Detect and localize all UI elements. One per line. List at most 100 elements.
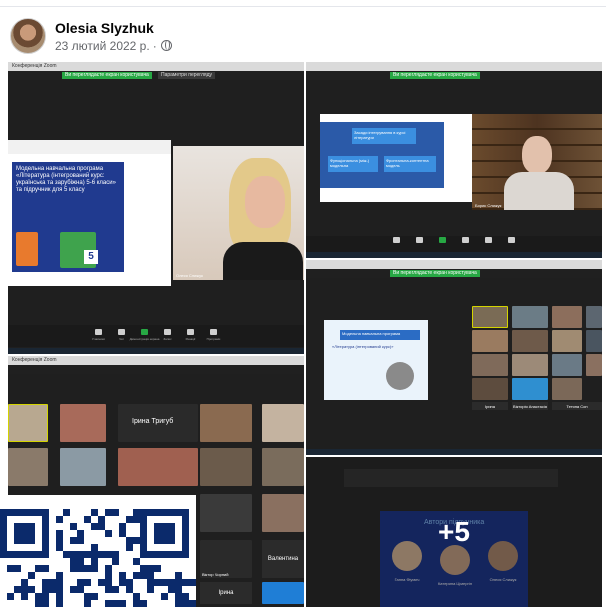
post-header: Olesia Slyzhuk 23 лютий 2022 р. ·	[10, 16, 172, 56]
browser-tab-bar	[306, 62, 602, 71]
presenter-body	[223, 242, 303, 280]
participant-name-tile[interactable]: Валентина	[262, 540, 304, 578]
participant-tile[interactable]: Віктор Чорний	[200, 540, 252, 578]
zoom-top-bar	[8, 365, 304, 374]
participant-name-tile[interactable]: Тетяна Сон	[552, 402, 602, 410]
browser-tab-bar: Конференція Zoom	[8, 62, 304, 71]
mute-button[interactable]	[390, 237, 404, 251]
reactions-label: Реакції	[185, 337, 196, 341]
slide-box-right: Фронтальна-контентна модель	[384, 156, 436, 172]
presenter-name: Олеся Слижук	[176, 273, 203, 278]
participant-tile[interactable]	[586, 354, 602, 376]
participant-tile[interactable]	[552, 330, 582, 352]
share-screen-button[interactable]: Демонстрація екрана	[130, 329, 159, 343]
slide-box-left: Функціональна (між-) модельна	[328, 156, 378, 172]
participant-tile[interactable]	[262, 404, 304, 442]
slide-title: Модельна навчальна програма	[340, 330, 420, 340]
participant-tile[interactable]	[200, 404, 252, 442]
viewing-screen-pill: Ви переглядаєте екран користувача	[62, 72, 152, 79]
more-photos-count: +5	[438, 516, 470, 547]
globe-icon[interactable]	[160, 40, 172, 51]
participant-tile[interactable]	[512, 354, 548, 376]
author-name[interactable]: Olesia Slyzhuk	[55, 20, 172, 36]
slide-blue-panel: Засади інтегрування в курсі літератури Ф…	[320, 122, 444, 188]
participant-tile[interactable]	[586, 330, 602, 352]
windows-taskbar	[306, 252, 602, 258]
participant-name: Ірина	[218, 590, 234, 596]
record-button[interactable]: Запис	[161, 329, 175, 343]
browser-tab-bar	[306, 260, 602, 269]
participant-tile[interactable]	[552, 306, 582, 328]
collage-photo-1[interactable]: Конференція Zoom Ви переглядаєте екран к…	[8, 62, 304, 354]
zoom-toolbar	[306, 236, 602, 252]
participant-tile[interactable]	[262, 448, 304, 486]
video-button[interactable]	[413, 237, 427, 251]
participant-tile[interactable]	[472, 354, 508, 376]
avatar[interactable]	[10, 18, 46, 54]
participant-tile[interactable]: Ірина Тригуб	[118, 404, 198, 442]
apps-label: Програми	[206, 337, 221, 341]
windows-taskbar	[306, 449, 602, 455]
zoom-share-bar: Ви переглядаєте екран користувача	[306, 71, 602, 80]
browser-tab-label: Конференція Zoom	[12, 357, 57, 363]
grade-badge: 5	[84, 250, 98, 264]
participant-tile[interactable]	[472, 330, 508, 352]
collage-photo-2[interactable]: Ви переглядаєте екран користувача Засади…	[306, 62, 602, 258]
participant-tile[interactable]	[200, 494, 252, 532]
post-date[interactable]: 23 лютий 2022 р.	[55, 39, 150, 53]
participants-button[interactable]: Учасники	[92, 329, 106, 343]
slide-title: Модельна навчальна програма «Література …	[16, 166, 116, 193]
view-options-pill: Параметри перегляду	[158, 72, 216, 79]
participant-tile[interactable]	[512, 378, 548, 400]
apps-button[interactable]: Програми	[207, 329, 221, 343]
viewing-screen-pill: Ви переглядаєте екран користувача	[390, 72, 480, 79]
participant-tile[interactable]	[8, 448, 48, 486]
participant-tile[interactable]	[512, 330, 548, 352]
participant-name: Ірина Тригуб	[132, 418, 174, 425]
participant-tile[interactable]	[118, 448, 198, 486]
presenter-head	[522, 136, 552, 174]
presenter-shirt	[504, 172, 574, 210]
post-subline: 23 лютий 2022 р. ·	[55, 39, 172, 53]
reactions-button[interactable]: Реакції	[184, 329, 198, 343]
participant-name-tile[interactable]: Вікторія Анастасія	[512, 402, 548, 410]
participant-tile[interactable]	[552, 354, 582, 376]
share-screen-button[interactable]	[436, 237, 450, 251]
participant-tile[interactable]	[262, 582, 304, 604]
textbook-cover-1	[16, 232, 38, 266]
chat-label: Чат	[119, 337, 124, 341]
presenter-webcam: Олеся Слижук	[173, 146, 304, 280]
participant-tile[interactable]	[8, 404, 48, 442]
zoom-toolbar: Учасники Чат Демонстрація екрана Запис Р…	[8, 325, 304, 347]
zoom-share-bar: Ви переглядаєте екран користувача Параме…	[8, 71, 304, 80]
collage-photo-3[interactable]: Ви переглядаєте екран користувача Модель…	[306, 260, 602, 455]
chat-button[interactable]	[459, 237, 473, 251]
participant-tile[interactable]	[200, 448, 252, 486]
slide-subtitle: «Література (інтегрований курс)»	[332, 344, 394, 349]
presenter-name: Борис Слижук	[475, 203, 502, 208]
participant-tile[interactable]	[512, 306, 548, 328]
viewing-screen-pill: Ви переглядаєте екран користувача	[390, 270, 480, 277]
qr-code	[0, 495, 196, 612]
participant-tile[interactable]	[552, 378, 582, 400]
participant-tile[interactable]	[60, 448, 106, 486]
participant-tile[interactable]	[586, 306, 602, 328]
participants-label: Учасники	[92, 337, 105, 341]
more-photos-overlay[interactable]: +5	[306, 457, 602, 607]
slide-box-title: Засади інтегрування в курсі літератури	[352, 128, 416, 144]
reactions-button[interactable]	[505, 237, 519, 251]
zoom-share-bar: Ви переглядаєте екран користувача	[306, 269, 602, 278]
participant-tile[interactable]	[472, 378, 508, 400]
participant-tile[interactable]	[60, 404, 106, 442]
participant-tile[interactable]	[262, 494, 304, 532]
top-divider	[0, 6, 606, 7]
chat-button[interactable]: Чат	[115, 329, 129, 343]
presentation-slide: Модельна навчальна програма «Література …	[8, 140, 171, 286]
participant-name-tile[interactable]: Ірина	[200, 582, 252, 604]
browser-tab-bar: Конференція Zoom	[8, 356, 304, 365]
record-button[interactable]	[482, 237, 496, 251]
slide-image	[386, 362, 414, 390]
participant-grid: Ірина Вікторія Анастасія Тетяна Сон	[472, 306, 602, 410]
participant-tile[interactable]	[472, 306, 508, 328]
participant-name-tile[interactable]: Ірина	[472, 402, 508, 410]
